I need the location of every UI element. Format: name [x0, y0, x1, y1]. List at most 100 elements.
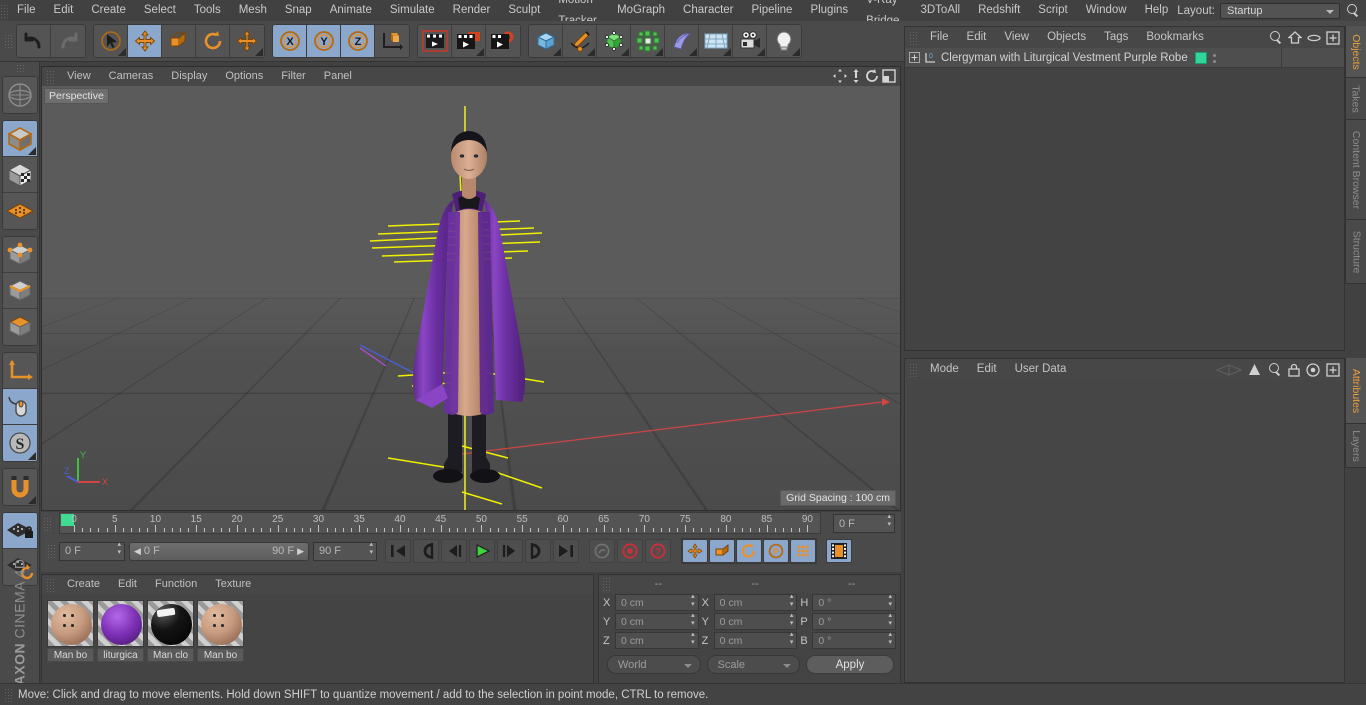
object-row[interactable]: 0 Clergyman with Liturgical Vestment Pur… [905, 48, 1344, 68]
goto-end-icon[interactable] [553, 539, 579, 563]
coord-pos-field-Z[interactable]: 0 cm [615, 631, 699, 649]
material-name[interactable]: Man clo [147, 648, 194, 662]
rotate-icon[interactable] [196, 25, 230, 57]
pan-icon[interactable] [833, 69, 847, 83]
viewport-menu-filter[interactable]: Filter [272, 67, 314, 86]
add-layer-icon[interactable] [1326, 30, 1340, 45]
search-icon[interactable] [1267, 362, 1282, 377]
menu-file[interactable]: File [8, 0, 45, 21]
menu-create[interactable]: Create [82, 0, 135, 21]
character-model[interactable] [386, 112, 556, 492]
undo-view-icon[interactable] [5, 80, 35, 110]
workplane-lock-icon[interactable] [2, 513, 37, 549]
y-axis-icon[interactable]: Y [313, 30, 335, 52]
coord-mode-dropdown[interactable]: Scale [706, 655, 800, 674]
key-pla-icon[interactable] [790, 539, 816, 563]
object-menu-file[interactable]: File [921, 27, 958, 48]
soft-selection-icon[interactable]: S [2, 425, 37, 461]
record-icon[interactable] [621, 543, 639, 559]
prev-key-icon[interactable] [413, 539, 439, 563]
material-grip[interactable] [46, 577, 54, 592]
coord-system-dropdown[interactable]: World [607, 655, 701, 674]
prev-frame-icon[interactable] [441, 539, 467, 563]
coord-pos-field-Y[interactable]: 0 cm [615, 612, 699, 630]
floor-environment-icon[interactable] [699, 25, 733, 57]
workplane-mode-icon[interactable] [5, 200, 35, 222]
tab-layers[interactable]: Layers [1345, 424, 1366, 468]
menu-simulate[interactable]: Simulate [381, 0, 444, 21]
x-axis-icon[interactable]: X [279, 30, 301, 52]
undo-icon[interactable] [23, 31, 45, 51]
home-icon[interactable] [1288, 31, 1302, 44]
redo-icon[interactable] [57, 31, 79, 51]
z-axis-icon[interactable]: Z [347, 30, 369, 52]
viewport-grip[interactable] [46, 69, 54, 84]
axis-mode-icon[interactable] [5, 358, 35, 384]
arrow-up-icon[interactable] [1248, 363, 1261, 376]
target-icon[interactable] [1306, 362, 1320, 377]
attribute-menu-user-data[interactable]: User Data [1006, 359, 1076, 380]
timeline-controls-grip[interactable] [47, 544, 55, 558]
y-axis-icon[interactable]: Y [307, 25, 341, 57]
lock-icon[interactable] [1288, 363, 1300, 377]
menu-redshift[interactable]: Redshift [969, 0, 1029, 21]
rotate-icon[interactable] [202, 30, 224, 52]
timeline-ruler[interactable]: 0 5 10 15 20 25 30 35 40 45 50 55 60 65 70 75 80 85 90 [59, 512, 821, 534]
material-menu-create[interactable]: Create [58, 575, 109, 594]
material-name[interactable]: Man bo [47, 648, 94, 662]
object-menu-tags[interactable]: Tags [1095, 27, 1137, 48]
play-icon[interactable] [473, 543, 491, 559]
expand-plus-icon[interactable] [909, 52, 920, 63]
menu-plugins[interactable]: Plugins [801, 0, 857, 21]
move-icon[interactable] [128, 25, 162, 57]
menu-3dtoall[interactable]: 3DToAll [911, 0, 969, 21]
move-secondary-icon[interactable] [230, 25, 264, 57]
menu-edit[interactable]: Edit [45, 0, 83, 21]
world-axis-icon[interactable] [380, 30, 404, 52]
key-scale-icon[interactable] [713, 543, 731, 559]
camera-icon[interactable] [738, 30, 762, 52]
search-icon[interactable] [1268, 30, 1283, 45]
coordinate-grip[interactable] [602, 577, 610, 591]
generator-icon[interactable] [602, 30, 626, 52]
texture-mode-icon[interactable] [2, 157, 37, 193]
menu-grip[interactable] [0, 3, 8, 18]
history-icon[interactable] [1216, 363, 1242, 376]
material-preview[interactable] [97, 600, 144, 647]
material-preview[interactable] [147, 600, 194, 647]
menu-script[interactable]: Script [1029, 0, 1076, 21]
menu-animate[interactable]: Animate [321, 0, 381, 21]
key-position-icon[interactable] [682, 539, 708, 563]
menu-render[interactable]: Render [444, 0, 500, 21]
edges-mode-icon[interactable] [5, 277, 35, 305]
left-toolbar-grip[interactable] [15, 64, 24, 72]
add-icon[interactable] [1326, 362, 1340, 377]
object-menu-view[interactable]: View [995, 27, 1038, 48]
record-icon[interactable] [617, 539, 643, 563]
max-frame-input[interactable]: 90 F [313, 541, 377, 561]
search-icon[interactable] [1345, 3, 1360, 18]
polygons-mode-icon[interactable] [2, 309, 37, 345]
deformer-icon[interactable] [670, 30, 694, 52]
viewport-menu-panel[interactable]: Panel [315, 67, 361, 86]
workplane-lock-icon[interactable] [5, 518, 35, 544]
status-grip[interactable] [4, 687, 12, 702]
play-icon[interactable] [469, 539, 495, 563]
menu-select[interactable]: Select [135, 0, 185, 21]
prev-key-icon[interactable] [417, 543, 435, 559]
coord-size-field-Z[interactable]: 0 cm [713, 631, 798, 649]
polygons-mode-icon[interactable] [5, 313, 35, 341]
tab-objects[interactable]: Objects [1345, 26, 1366, 78]
scale-icon[interactable] [168, 30, 190, 52]
world-axis-icon[interactable] [375, 25, 409, 57]
material-menu-texture[interactable]: Texture [206, 575, 260, 594]
material-item[interactable]: liturgica [97, 600, 144, 662]
goto-end-icon[interactable] [557, 543, 575, 559]
z-axis-icon[interactable]: Z [341, 25, 375, 57]
menu-pipeline[interactable]: Pipeline [743, 0, 802, 21]
goto-start-icon[interactable] [385, 539, 411, 563]
cube-primitive-icon[interactable] [529, 25, 563, 57]
axis-mode-icon[interactable] [2, 353, 37, 389]
mograph-cloner-icon[interactable] [636, 30, 660, 52]
object-grip[interactable] [909, 30, 917, 45]
